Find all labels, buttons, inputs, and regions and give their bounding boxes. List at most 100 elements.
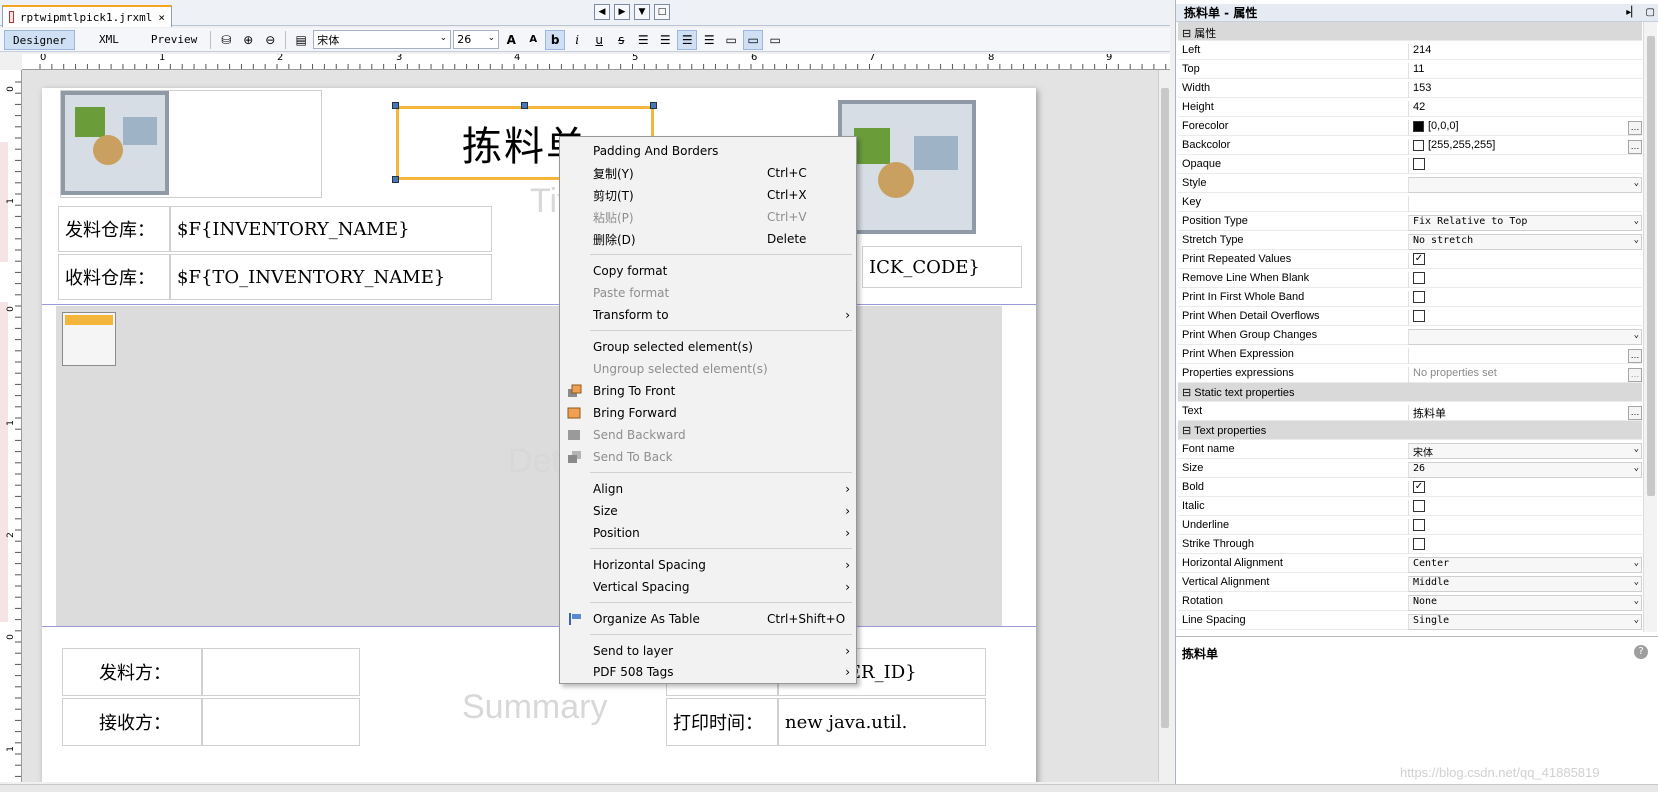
font-name-prop-select[interactable]: 宋体 ⌄ <box>1408 443 1642 459</box>
menu-item-copy[interactable]: 复制(Y) Ctrl+C <box>560 162 856 184</box>
scrollbar-thumb[interactable] <box>1647 36 1655 496</box>
xml-mode-button[interactable]: XML <box>91 30 127 50</box>
print-repeated-checkbox[interactable]: ✓ <box>1413 253 1425 266</box>
maximize-icon[interactable]: □ <box>654 4 670 20</box>
vertical-alignment-select[interactable]: Middle ⌄ <box>1408 576 1642 592</box>
menu-item-pdf-508-tags[interactable]: PDF 508 Tags › <box>560 661 856 683</box>
to-inventory-label[interactable]: 收料仓库： <box>58 254 170 300</box>
ellipsis-button[interactable]: … <box>1628 406 1642 420</box>
prop-print-repeated[interactable]: Print Repeated Values ✓ <box>1178 250 1642 269</box>
prop-vertical-alignment[interactable]: Vertical Alignment Middle ⌄ <box>1178 573 1642 592</box>
position-type-select[interactable]: Fix Relative to Top ⌄ <box>1408 215 1642 231</box>
box-bottom-icon[interactable]: ▭ <box>765 30 785 50</box>
box-top-icon[interactable]: ▭ <box>721 30 741 50</box>
size-prop-select[interactable]: 26 ⌄ <box>1408 462 1642 478</box>
inventory-label[interactable]: 发料仓库： <box>58 206 170 252</box>
close-tab-icon[interactable]: × <box>158 11 165 24</box>
align-justify-icon[interactable]: ☰ <box>655 30 675 50</box>
font-grow-icon[interactable]: A <box>501 30 521 50</box>
prop-forecolor[interactable]: Forecolor [0,0,0]… <box>1178 117 1642 136</box>
menu-item-transform-to[interactable]: Transform to › <box>560 304 856 326</box>
prop-top[interactable]: Top 11 <box>1178 60 1642 79</box>
underline-icon[interactable]: u <box>589 30 609 50</box>
menu-item-send-backward[interactable]: Send Backward <box>560 424 856 446</box>
bold-icon[interactable]: b <box>545 29 566 50</box>
menu-item-delete[interactable]: 删除(D) Delete <box>560 228 856 250</box>
prop-value[interactable]: [0,0,0]… <box>1408 120 1642 136</box>
prop-properties-expressions[interactable]: Properties expressions No properties set… <box>1178 364 1642 383</box>
italic-icon[interactable]: i <box>567 30 587 50</box>
prop-italic[interactable]: Italic <box>1178 497 1642 516</box>
menu-item-paste-format[interactable]: Paste format <box>560 282 856 304</box>
prop-value[interactable] <box>1408 196 1642 212</box>
pick-code-value[interactable]: ICK_CODE} <box>862 246 1022 288</box>
style-select[interactable]: ⌄ <box>1408 177 1642 193</box>
prop-font-name[interactable]: Font name 宋体 ⌄ <box>1178 440 1642 459</box>
align-right-icon[interactable]: ☰ <box>699 30 719 50</box>
report-page[interactable]: 拣料单 Title 发料仓库： $F{INVENTORY_NAME} 收料仓库：… <box>42 88 1036 782</box>
prop-stretch-type[interactable]: Stretch Type No stretch ⌄ <box>1178 231 1642 250</box>
rotation-select[interactable]: None ⌄ <box>1408 595 1642 611</box>
help-icon[interactable]: ? <box>1634 645 1648 659</box>
menu-item-group[interactable]: Group selected element(s) <box>560 336 856 358</box>
prop-key-row[interactable]: Key <box>1178 193 1642 212</box>
receiver-label[interactable]: 接收方： <box>62 698 202 746</box>
opaque-checkbox[interactable] <box>1413 158 1425 171</box>
underline-checkbox[interactable] <box>1413 519 1425 532</box>
issuer-label[interactable]: 发料方： <box>62 648 202 696</box>
prop-value[interactable]: No properties set… <box>1408 367 1642 383</box>
menu-item-cut[interactable]: 剪切(T) Ctrl+X <box>560 184 856 206</box>
table-component-icon[interactable] <box>62 312 116 366</box>
prop-height[interactable]: Height 42 <box>1178 98 1642 117</box>
prop-strike-through[interactable]: Strike Through <box>1178 535 1642 554</box>
prop-backcolor[interactable]: Backcolor [255,255,255]… <box>1178 136 1642 155</box>
menu-item-bring-to-front[interactable]: Bring To Front <box>560 380 856 402</box>
horizontal-alignment-select[interactable]: Center ⌄ <box>1408 557 1642 573</box>
print-first-checkbox[interactable] <box>1413 291 1425 304</box>
prop-horizontal-alignment[interactable]: Horizontal Alignment Center ⌄ <box>1178 554 1642 573</box>
print-group-select[interactable]: ⌄ <box>1408 329 1642 345</box>
prop-print-detail-overflows[interactable]: Print When Detail Overflows <box>1178 307 1642 326</box>
menu-item-copy-format[interactable]: Copy format <box>560 260 856 282</box>
issuer-value[interactable] <box>202 648 360 696</box>
prop-value[interactable]: 11 <box>1408 63 1642 79</box>
remove-blank-checkbox[interactable] <box>1413 272 1425 285</box>
prop-print-group[interactable]: Print When Group Changes ⌄ <box>1178 326 1642 345</box>
menu-item-send-to-layer[interactable]: Send to layer › <box>560 640 856 662</box>
prop-left[interactable]: Left 214 <box>1178 41 1642 60</box>
ellipsis-button[interactable]: … <box>1628 140 1642 154</box>
strike-icon[interactable]: s <box>611 30 631 50</box>
clipboard-icon[interactable]: ▤ <box>291 30 311 50</box>
prop-value[interactable]: [255,255,255]… <box>1408 139 1642 155</box>
italic-checkbox[interactable] <box>1413 500 1425 513</box>
band-divider[interactable] <box>42 304 1036 305</box>
strike-through-checkbox[interactable] <box>1413 538 1425 551</box>
prop-print-expression[interactable]: Print When Expression… <box>1178 345 1642 364</box>
db-icon[interactable]: ⛁ <box>216 30 236 50</box>
font-size-select[interactable]: 26 ⌄ <box>453 30 500 49</box>
selection-handle[interactable] <box>392 102 399 109</box>
line-spacing-select[interactable]: Single ⌄ <box>1408 614 1642 630</box>
menu-item-send-to-back[interactable]: Send To Back <box>560 446 856 468</box>
prop-value[interactable]: 153 <box>1408 82 1642 98</box>
prop-print-first[interactable]: Print In First Whole Band <box>1178 288 1642 307</box>
print-time-value[interactable]: new java.util. <box>778 698 986 746</box>
print-time-label[interactable]: 打印时间： <box>666 698 778 746</box>
prop-rotation[interactable]: Rotation None ⌄ <box>1178 592 1642 611</box>
align-left-icon[interactable]: ☰ <box>633 30 653 50</box>
section-properties[interactable]: ⊟ 属性 <box>1178 22 1642 41</box>
menu-item-bring-forward[interactable]: Bring Forward <box>560 402 856 424</box>
print-detail-overflows-checkbox[interactable] <box>1413 310 1425 323</box>
ellipsis-button[interactable]: … <box>1628 368 1642 382</box>
prop-style[interactable]: Style ⌄ <box>1178 174 1642 193</box>
properties-scrollbar[interactable] <box>1643 22 1657 632</box>
font-name-select[interactable]: 宋体 ⌄ <box>313 30 452 49</box>
menu-item-vertical-spacing[interactable]: Vertical Spacing › <box>560 576 856 598</box>
selection-handle[interactable] <box>650 102 657 109</box>
ellipsis-button[interactable]: … <box>1628 349 1642 363</box>
prop-line-spacing[interactable]: Line Spacing Single ⌄ <box>1178 611 1642 630</box>
menu-item-ungroup[interactable]: Ungroup selected element(s) <box>560 358 856 380</box>
panel-minimize-icon[interactable]: ▸▏ <box>1626 4 1639 22</box>
scroll-right-icon[interactable]: ▶ <box>614 4 630 20</box>
logo-image-left[interactable] <box>60 90 322 198</box>
